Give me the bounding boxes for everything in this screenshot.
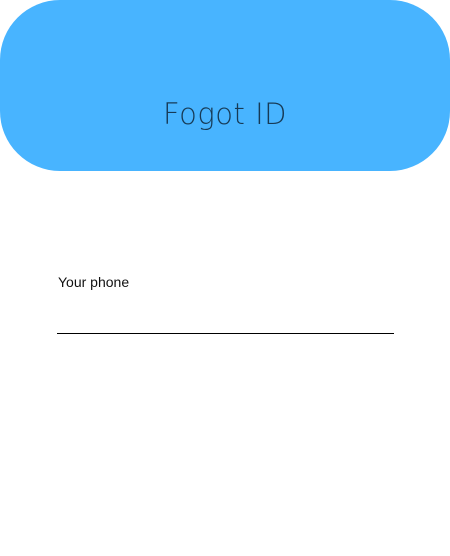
phone-input[interactable]: [57, 303, 394, 334]
page-title: Fogot ID: [162, 97, 287, 131]
header-banner: Fogot ID: [0, 0, 450, 171]
phone-label: Your phone: [58, 274, 130, 290]
